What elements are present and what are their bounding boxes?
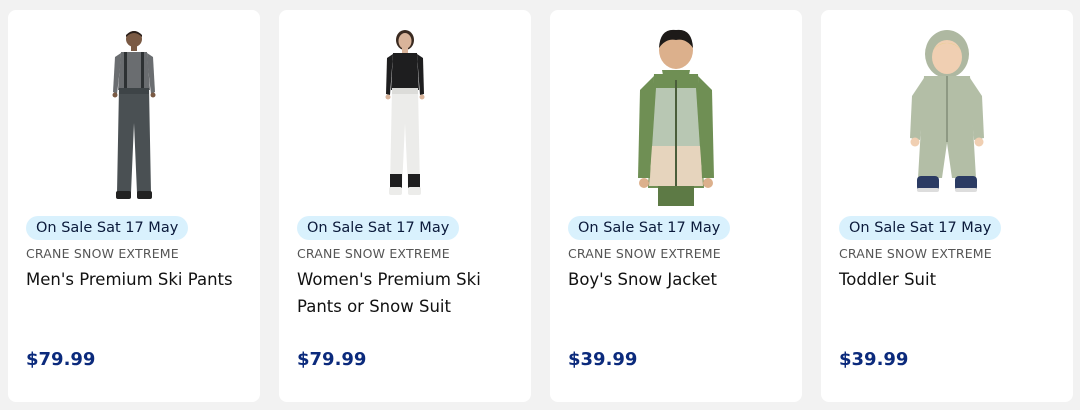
product-card-mens-ski-pants[interactable]: On Sale Sat 17 May CRANE SNOW EXTREME Me… — [8, 10, 260, 402]
product-card-womens-ski-pants[interactable]: On Sale Sat 17 May CRANE SNOW EXTREME Wo… — [279, 10, 531, 402]
product-title[interactable]: Toddler Suit — [839, 266, 1059, 293]
product-title[interactable]: Boy's Snow Jacket — [568, 266, 788, 293]
sale-badge: On Sale Sat 17 May — [26, 216, 189, 240]
product-title[interactable]: Men's Premium Ski Pants — [26, 266, 246, 293]
brand-label: CRANE SNOW EXTREME — [297, 246, 450, 261]
product-grid: On Sale Sat 17 May CRANE SNOW EXTREME Me… — [0, 0, 1080, 410]
product-image-mens-ski-pants[interactable] — [8, 10, 260, 206]
brand-label: CRANE SNOW EXTREME — [839, 246, 992, 261]
product-card-toddler-suit[interactable]: On Sale Sat 17 May CRANE SNOW EXTREME To… — [821, 10, 1073, 402]
product-card-boys-snow-jacket[interactable]: On Sale Sat 17 May CRANE SNOW EXTREME Bo… — [550, 10, 802, 402]
sale-badge: On Sale Sat 17 May — [297, 216, 460, 240]
product-price: $79.99 — [26, 349, 96, 370]
product-image-womens-ski-pants[interactable] — [279, 10, 531, 206]
product-image-toddler-suit[interactable] — [821, 10, 1073, 206]
product-title[interactable]: Women's Premium Ski Pants or Snow Suit — [297, 266, 517, 320]
product-image-boys-snow-jacket[interactable] — [550, 10, 802, 206]
product-price: $39.99 — [568, 349, 638, 370]
sale-badge: On Sale Sat 17 May — [839, 216, 1002, 240]
brand-label: CRANE SNOW EXTREME — [568, 246, 721, 261]
product-price: $39.99 — [839, 349, 909, 370]
brand-label: CRANE SNOW EXTREME — [26, 246, 179, 261]
sale-badge: On Sale Sat 17 May — [568, 216, 731, 240]
product-price: $79.99 — [297, 349, 367, 370]
